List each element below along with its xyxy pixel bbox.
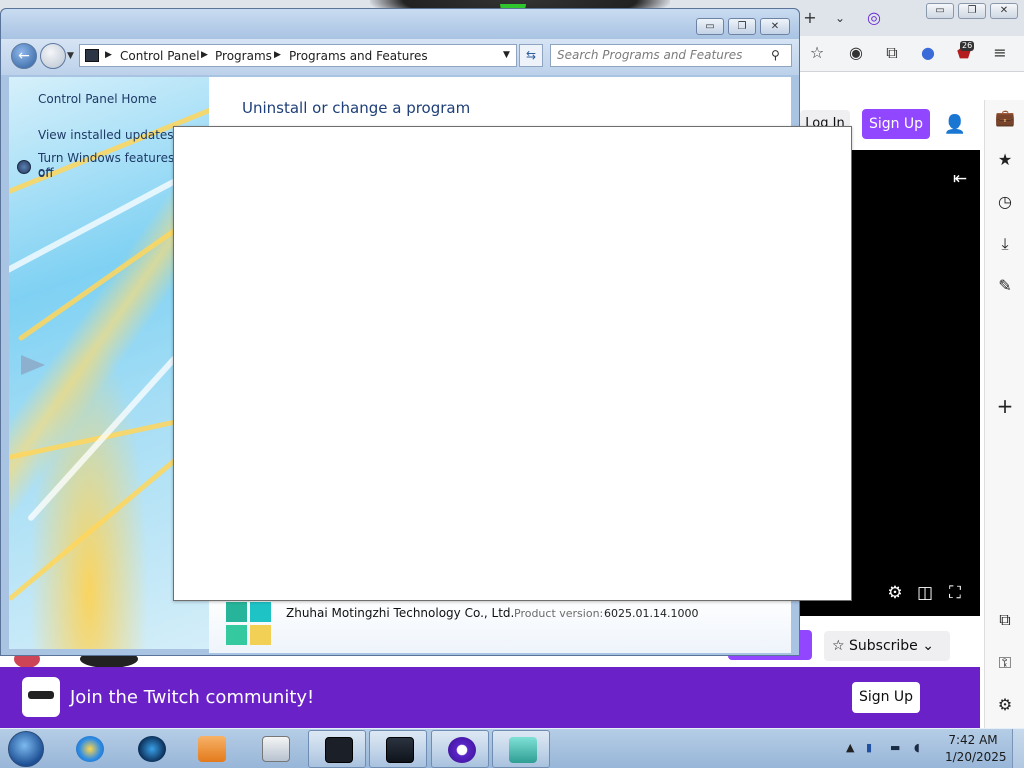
profile-icon[interactable]: ● (916, 41, 940, 65)
close-button[interactable]: ✕ (760, 18, 790, 35)
program-icon-tile (226, 602, 247, 622)
product-version-label: Product version: (514, 607, 604, 620)
extension-puzzle-icon[interactable]: ⧉ (992, 607, 1018, 633)
product-version-value: 6025.01.14.1000 (604, 607, 699, 620)
extension-count-badge: 26 (960, 41, 975, 51)
decorative-arrow-icon (21, 355, 45, 375)
tray-app-icon[interactable]: ▮ (866, 741, 872, 754)
media-player-icon (198, 736, 226, 762)
breadcrumb-separator-icon[interactable]: ▶ (201, 50, 208, 60)
taskbar-control-panel[interactable] (308, 730, 366, 768)
taskbar: ▲ ▮ ▬ ◖ 7:42 AM 1/20/2025 (0, 728, 1024, 768)
internet-explorer-icon (76, 736, 104, 762)
minimize-button[interactable]: ▭ (696, 18, 724, 35)
program-icon-tile (250, 625, 271, 645)
network-icon[interactable]: ▬ (890, 741, 900, 754)
recent-pages-dropdown-icon[interactable]: ▼ (67, 51, 74, 61)
settings-gear-icon[interactable]: ⚙ (992, 692, 1018, 718)
join-twitch-banner: Join the Twitch community! Sign Up (0, 667, 980, 728)
downloads-icon[interactable]: ⤓ (992, 231, 1018, 257)
browser-logo-icon: ◎ (867, 8, 881, 27)
clock-time[interactable]: 7:42 AM (945, 733, 1001, 747)
maximize-button[interactable]: ❐ (728, 18, 756, 35)
control-panel-icon (325, 737, 353, 763)
taskbar-ie[interactable] (60, 730, 118, 768)
bookmarks-star-icon[interactable]: ★ (992, 147, 1018, 173)
recycle-bin-icon (509, 737, 537, 763)
program-icon-tile (226, 625, 247, 645)
publisher-name: Zhuhai Motingzhi Technology Co., Ltd. (286, 606, 515, 620)
show-hidden-icons-icon[interactable]: ▲ (846, 741, 854, 754)
subscribe-label: Subscribe (849, 638, 918, 654)
breadcrumb-programs[interactable]: Programs (215, 49, 272, 63)
extensions-puzzle-icon[interactable]: ⧉ (880, 41, 904, 65)
banner-signup-button[interactable]: Sign Up (852, 682, 920, 713)
subscribe-button[interactable]: ☆ Subscribe ⌄ (824, 631, 950, 661)
media-center-icon (138, 736, 166, 762)
installer-icon (262, 736, 290, 762)
user-icon[interactable]: 👤 (942, 112, 968, 138)
signup-button[interactable]: Sign Up (862, 109, 930, 139)
link-control-panel-home[interactable]: Control Panel Home (38, 92, 157, 106)
collapse-arrow-icon[interactable]: ⇤ (948, 167, 972, 191)
menu-hamburger-icon[interactable]: ≡ (988, 41, 1012, 65)
window-icon (386, 737, 414, 763)
browser-minimize-button[interactable]: ▭ (926, 3, 954, 19)
blank-dialog-panel[interactable] (173, 126, 852, 601)
address-dropdown-icon[interactable]: ▼ (503, 50, 510, 60)
show-desktop-button[interactable] (1012, 729, 1024, 768)
add-panel-icon[interactable]: + (992, 393, 1018, 419)
star-icon: ☆ (832, 638, 850, 654)
window-titlebar[interactable]: ▭ ❐ ✕ (1, 9, 799, 39)
briefcase-icon[interactable]: 💼 (992, 105, 1018, 131)
breadcrumb-separator-icon[interactable]: ▶ (105, 50, 112, 60)
taskbar-recycle-bin[interactable] (492, 730, 550, 768)
tab-list-chevron-icon[interactable]: ⌄ (828, 6, 852, 30)
link-view-installed-updates[interactable]: View installed updates (38, 128, 174, 142)
forward-button[interactable] (40, 43, 66, 69)
program-icon (226, 602, 272, 646)
control-panel-icon (85, 49, 99, 62)
new-tab-icon[interactable]: + (798, 6, 822, 30)
bookmark-star-icon[interactable]: ☆ (805, 41, 829, 65)
breadcrumb-programs-and-features[interactable]: Programs and Features (289, 49, 428, 63)
details-pane: Zhuhai Motingzhi Technology Co., Ltd. Pr… (209, 595, 791, 653)
wallpaper-streak (26, 354, 179, 523)
key-icon[interactable]: ⚿ (992, 650, 1018, 676)
account-circle-icon[interactable]: ◉ (844, 41, 868, 65)
history-clock-icon[interactable]: ◷ (992, 189, 1018, 215)
wallpaper-streak (9, 443, 195, 602)
taskbar-program-uninstaller[interactable] (246, 730, 304, 768)
back-button[interactable]: ← (11, 43, 37, 69)
address-bar[interactable]: ▶ Control Panel ▶ Programs ▶ Programs an… (79, 44, 517, 67)
taskbar-window[interactable] (369, 730, 427, 768)
taskbar-media-player[interactable] (182, 730, 240, 768)
search-icon[interactable]: ⚲ (771, 48, 780, 62)
volume-icon[interactable]: ◖ (914, 741, 920, 754)
settings-gear-icon[interactable]: ⚙ (883, 581, 907, 605)
browser-sidebar: 💼 ★ ◷ ⤓ ✎ + ⧉ ⚿ ⚙ (984, 100, 1024, 728)
join-banner-text: Join the Twitch community! (70, 687, 315, 708)
clock-date[interactable]: 1/20/2025 (945, 750, 1007, 764)
fullscreen-icon[interactable]: ⛶ (943, 581, 967, 605)
windows-shield-icon (17, 160, 31, 174)
breadcrumb-control-panel[interactable]: Control Panel (120, 49, 200, 63)
theatre-mode-icon[interactable]: ◫ (913, 581, 937, 605)
navigation-bar: ← ▼ ▶ Control Panel ▶ Programs ▶ Program… (1, 39, 799, 75)
start-button[interactable] (8, 731, 44, 767)
taskbar-media-center[interactable] (122, 730, 180, 768)
browser-logo-icon (448, 737, 476, 763)
refresh-button[interactable]: ⇆ (519, 44, 543, 67)
browser-maximize-button[interactable]: ❐ (958, 3, 986, 19)
browser-close-button[interactable]: ✕ (990, 3, 1018, 19)
search-input[interactable]: Search Programs and Features (550, 44, 792, 67)
link-turn-windows-features-cont[interactable]: off (38, 166, 54, 180)
breadcrumb-separator-icon[interactable]: ▶ (274, 50, 281, 60)
taskbar-browser[interactable] (431, 730, 489, 768)
pen-icon[interactable]: ✎ (992, 273, 1018, 299)
chevron-down-icon: ⌄ (917, 638, 934, 654)
program-icon-tile (250, 602, 271, 622)
twitch-glitch-logo-icon (22, 677, 60, 717)
page-title: Uninstall or change a program (242, 99, 471, 117)
